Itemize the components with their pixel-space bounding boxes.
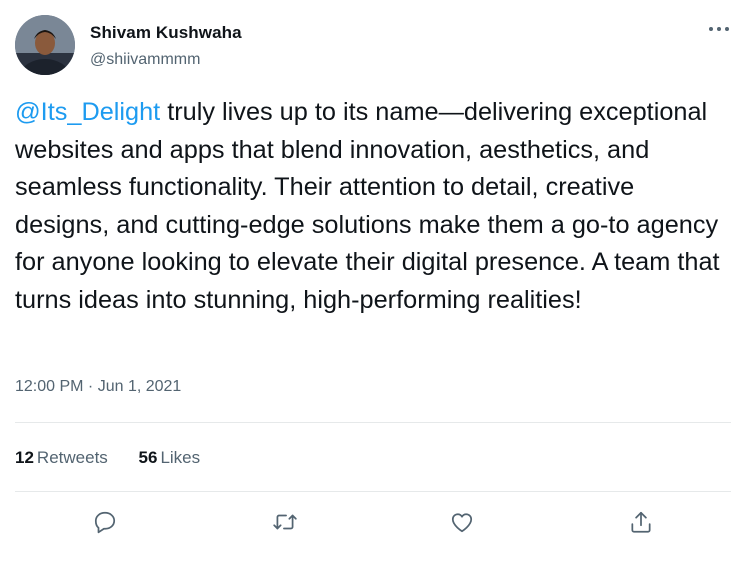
avatar[interactable] [15, 15, 75, 75]
likes-count: 56 [138, 448, 158, 467]
author-name[interactable]: Shivam Kushwaha [90, 23, 242, 43]
likes-stat[interactable]: 56 Likes [139, 448, 201, 468]
tweet-timestamp[interactable]: 12:00 PM · Jun 1, 2021 [15, 378, 181, 396]
share-icon[interactable] [624, 505, 658, 539]
mention-link[interactable]: @Its_Delight [15, 98, 160, 126]
tweet-text: @Its_Delight truly lives up to its name—… [15, 94, 730, 319]
tweet-stats: 12 Retweets 56 Likes [15, 448, 226, 468]
retweets-count: 12 [15, 448, 34, 467]
retweet-icon[interactable] [268, 505, 302, 539]
timestamp-link[interactable]: 12:00 PM · Jun 1, 2021 [15, 378, 181, 395]
more-options-icon[interactable] [707, 18, 731, 38]
like-icon[interactable] [445, 505, 479, 539]
retweets-stat[interactable]: 12 Retweets [15, 448, 108, 468]
tweet-body: truly lives up to its name—delivering ex… [15, 98, 720, 314]
tweet-header: Shivam Kushwaha @shiivammmm [15, 15, 731, 75]
action-bar [0, 505, 746, 539]
retweets-label: Retweets [36, 448, 108, 467]
likes-label: Likes [160, 448, 201, 467]
tweet-card: Shivam Kushwaha @shiivammmm @Its_Delight… [0, 0, 746, 567]
divider [15, 422, 731, 423]
author-handle[interactable]: @shiivammmm [90, 51, 200, 69]
reply-icon[interactable] [88, 505, 122, 539]
divider [15, 491, 731, 492]
